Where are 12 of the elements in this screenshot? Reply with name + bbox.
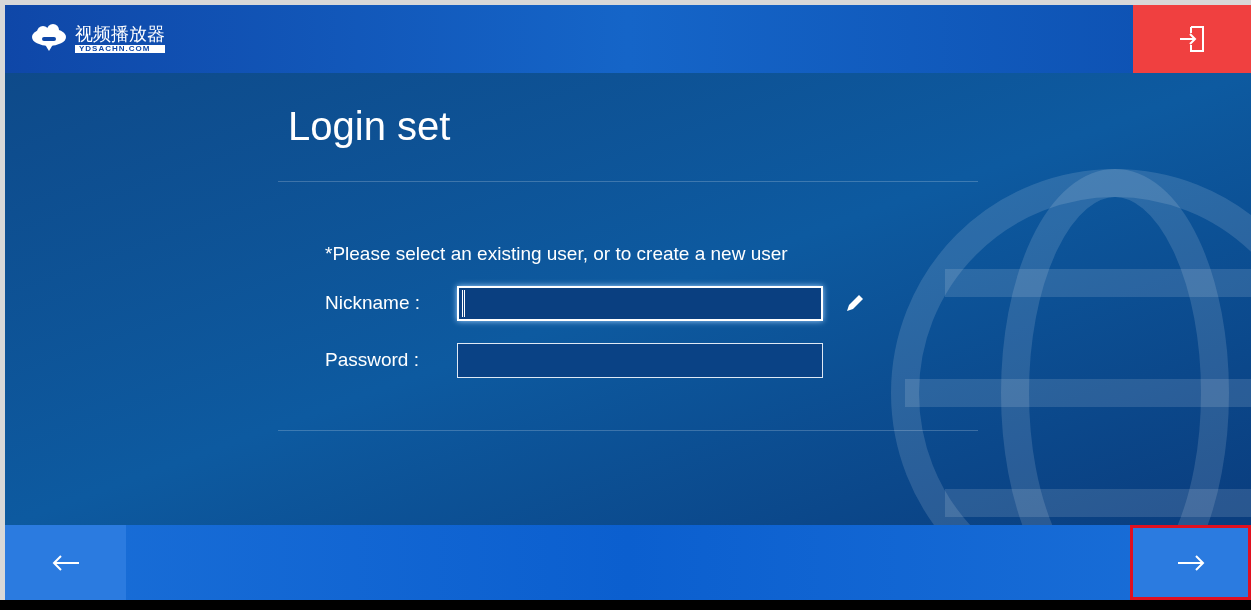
logout-button[interactable] (1133, 5, 1251, 73)
input-field[interactable] (457, 342, 823, 378)
exit-door-icon (1177, 24, 1207, 54)
field-label: Password : (325, 347, 420, 372)
pencil-icon[interactable] (845, 293, 865, 313)
logo-title: 视频播放器 (75, 25, 165, 43)
right-arrow-icon (1176, 554, 1205, 571)
logo-subtitle: YDSACHN.COM (75, 45, 165, 53)
page-title: Login set (288, 103, 452, 150)
left-arrow-icon (51, 554, 80, 571)
field-label: Nickname : (325, 290, 422, 315)
instruction-text: *Please select an existing user, or to create a new user (325, 242, 789, 266)
